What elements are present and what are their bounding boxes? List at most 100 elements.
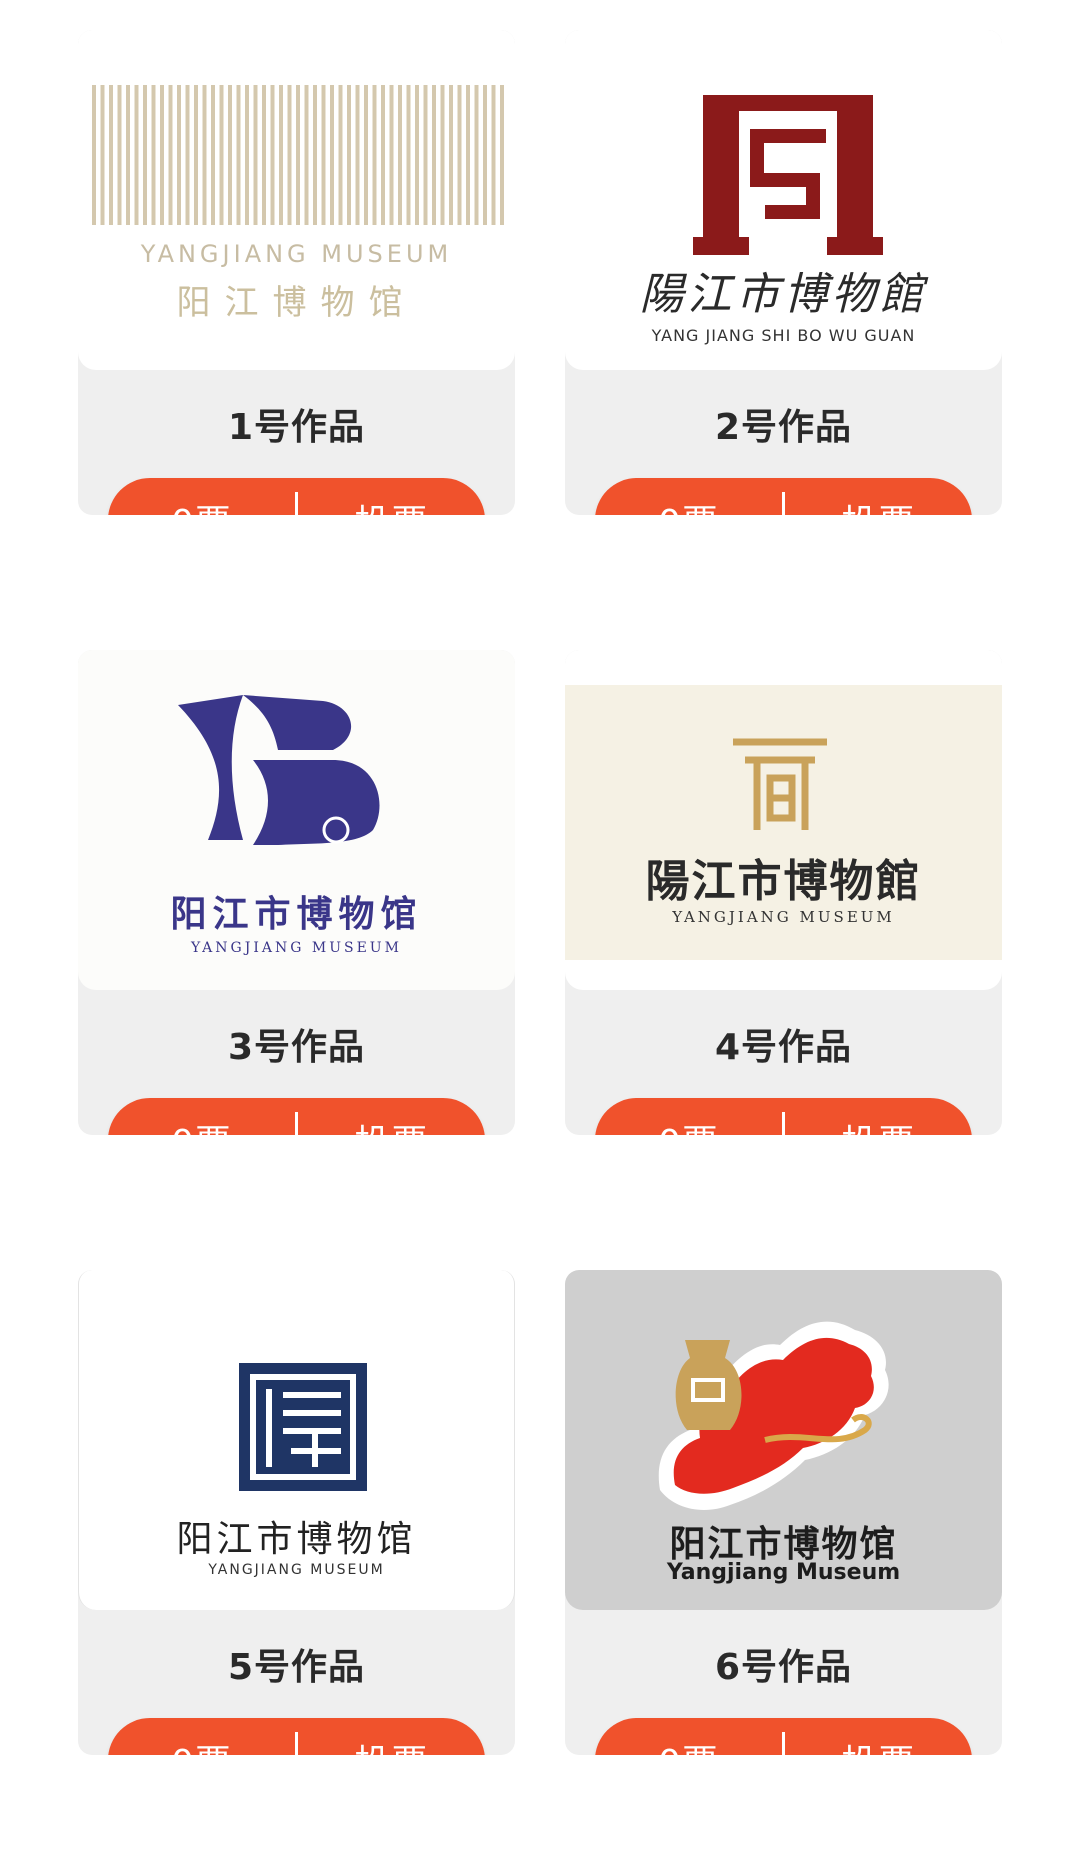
logo-1-bar [92, 85, 96, 225]
logo-1-bar [389, 85, 394, 225]
logo-1-bar [126, 85, 130, 225]
vote-button[interactable]: 投票 [298, 1114, 485, 1135]
logo-1-bar [160, 85, 164, 225]
logo-1-bar [245, 85, 249, 225]
logo-1-bar [432, 85, 436, 225]
logo-1-bar [100, 85, 105, 225]
work-card-4[interactable]: 陽江市博物館 YANGJIANG MUSEUM 4号作品 0票 投票 [565, 650, 1002, 1135]
logo-1-bar [364, 85, 368, 225]
work-title: 6号作品 [714, 1647, 853, 1688]
vote-button[interactable]: 投票 [298, 494, 485, 515]
logo-1-bar [321, 85, 326, 225]
logo-1-bar [423, 85, 428, 225]
vote-bar: 0票 投票 [108, 1718, 485, 1755]
work-card-6[interactable]: 阳江市博物馆 Yangjiang Museum 6号作品 0票 投票 [565, 1270, 1002, 1755]
logo-1-bar [185, 85, 190, 225]
logo-1-bar [228, 85, 232, 225]
logo-1-bar [500, 85, 504, 225]
work-title: 3号作品 [227, 1027, 366, 1068]
logo-1-bar [236, 85, 241, 225]
work-title: 5号作品 [227, 1647, 366, 1688]
logo-1-bar [253, 85, 258, 225]
work-card-1[interactable]: YANGJIANG MUSEUM 阳江博物馆 1号作品 0票 投票 [78, 30, 515, 515]
logo-1-bar [381, 85, 385, 225]
logo-1-bar [330, 85, 334, 225]
logo-1-bar [270, 85, 275, 225]
vote-button[interactable]: 投票 [785, 1114, 972, 1135]
logo-1-bar [338, 85, 343, 225]
logo-1-bar [262, 85, 266, 225]
logo-1-bar [491, 85, 496, 225]
work-title: 4号作品 [714, 1027, 853, 1068]
logo-1-bar [347, 85, 351, 225]
logo-1-bar [117, 85, 122, 225]
logo-1-bar [372, 85, 377, 225]
logo-2-english: YANG JIANG SHI BO WU GUAN [651, 326, 916, 345]
logo-4-english: YANGJIANG MUSEUM [672, 908, 895, 926]
work-image-5[interactable]: 阳江市博物馆 YANGJIANG MUSEUM [78, 1270, 515, 1610]
vote-count: 0票 [108, 494, 295, 515]
logo-1-english: YANGJIANG MUSEUM [140, 240, 453, 268]
logo-3-english: YANGJIANG MUSEUM [191, 940, 402, 956]
logo-1-bar [151, 85, 156, 225]
work-title: 2号作品 [714, 407, 853, 448]
vote-count: 0票 [108, 1734, 295, 1755]
vote-bar: 0票 投票 [595, 1098, 972, 1135]
logo-1-bar [415, 85, 419, 225]
logo-5-chinese: 阳江市博物馆 [176, 1519, 417, 1560]
logo-1-bar [449, 85, 453, 225]
logo-1-bar [457, 85, 462, 225]
vote-bar: 0票 投票 [108, 1098, 485, 1135]
logo-5-seal-icon [239, 1363, 367, 1491]
logo-6-english: Yangjiang Museum [666, 1560, 901, 1585]
vote-count: 0票 [595, 1114, 782, 1135]
work-image-6[interactable]: 阳江市博物馆 Yangjiang Museum [565, 1270, 1002, 1610]
logo-1-bar [466, 85, 470, 225]
logo-1-bar [109, 85, 113, 225]
logo-1-bar [143, 85, 147, 225]
work-image-3[interactable]: 阳江市博物馆 YANGJIANG MUSEUM [78, 650, 515, 990]
logo-1-bar [483, 85, 487, 225]
vote-bar: 0票 投票 [108, 478, 485, 515]
work-image-4[interactable]: 陽江市博物館 YANGJIANG MUSEUM [565, 650, 1002, 990]
vote-count: 0票 [108, 1114, 295, 1135]
logo-2-seal-icon [693, 95, 883, 255]
work-card-5[interactable]: 阳江市博物馆 YANGJIANG MUSEUM 5号作品 0票 投票 [78, 1270, 515, 1755]
work-image-1[interactable]: YANGJIANG MUSEUM 阳江博物馆 [78, 30, 515, 370]
vote-count: 0票 [595, 1734, 782, 1755]
logo-1-bar [313, 85, 317, 225]
logo-3-chinese: 阳江市博物馆 [170, 893, 423, 935]
logo-1-chinese: 阳江博物馆 [176, 283, 417, 323]
logo-1-bar [211, 85, 215, 225]
logo-1-bar [355, 85, 360, 225]
logo-5-english: YANGJIANG MUSEUM [208, 1562, 385, 1578]
logo-4-gate-icon [733, 738, 827, 830]
logo-1-bar [219, 85, 224, 225]
vote-bar: 0票 投票 [595, 478, 972, 515]
logo-2-chinese: 陽江市博物館 [639, 269, 928, 320]
logo-6-map-icon [658, 1321, 889, 1510]
logo-1-bar [168, 85, 173, 225]
work-title: 1号作品 [227, 407, 366, 448]
logo-1-bar [296, 85, 300, 225]
work-card-2[interactable]: 陽江市博物館 YANG JIANG SHI BO WU GUAN 2号作品 0票… [565, 30, 1002, 515]
vote-count: 0票 [595, 494, 782, 515]
vote-button[interactable]: 投票 [785, 1734, 972, 1755]
logo-1-bar [194, 85, 198, 225]
logo-1-bar [406, 85, 411, 225]
work-card-3[interactable]: 阳江市博物馆 YANGJIANG MUSEUM 3号作品 0票 投票 [78, 650, 515, 1135]
logo-1-bar [177, 85, 181, 225]
vote-button[interactable]: 投票 [298, 1734, 485, 1755]
work-image-2[interactable]: 陽江市博物館 YANG JIANG SHI BO WU GUAN [565, 30, 1002, 370]
logo-1-bar [287, 85, 292, 225]
logo-3-wave-icon [178, 695, 380, 845]
logo-1-bar [304, 85, 309, 225]
logo-1-bar [440, 85, 445, 225]
logo-1-bar [474, 85, 479, 225]
logo-1-bar [279, 85, 283, 225]
logo-1-bar [134, 85, 139, 225]
logo-1-bar [398, 85, 402, 225]
vote-bar: 0票 投票 [595, 1718, 972, 1755]
vote-button[interactable]: 投票 [785, 494, 972, 515]
logo-4-chinese: 陽江市博物館 [645, 856, 922, 907]
